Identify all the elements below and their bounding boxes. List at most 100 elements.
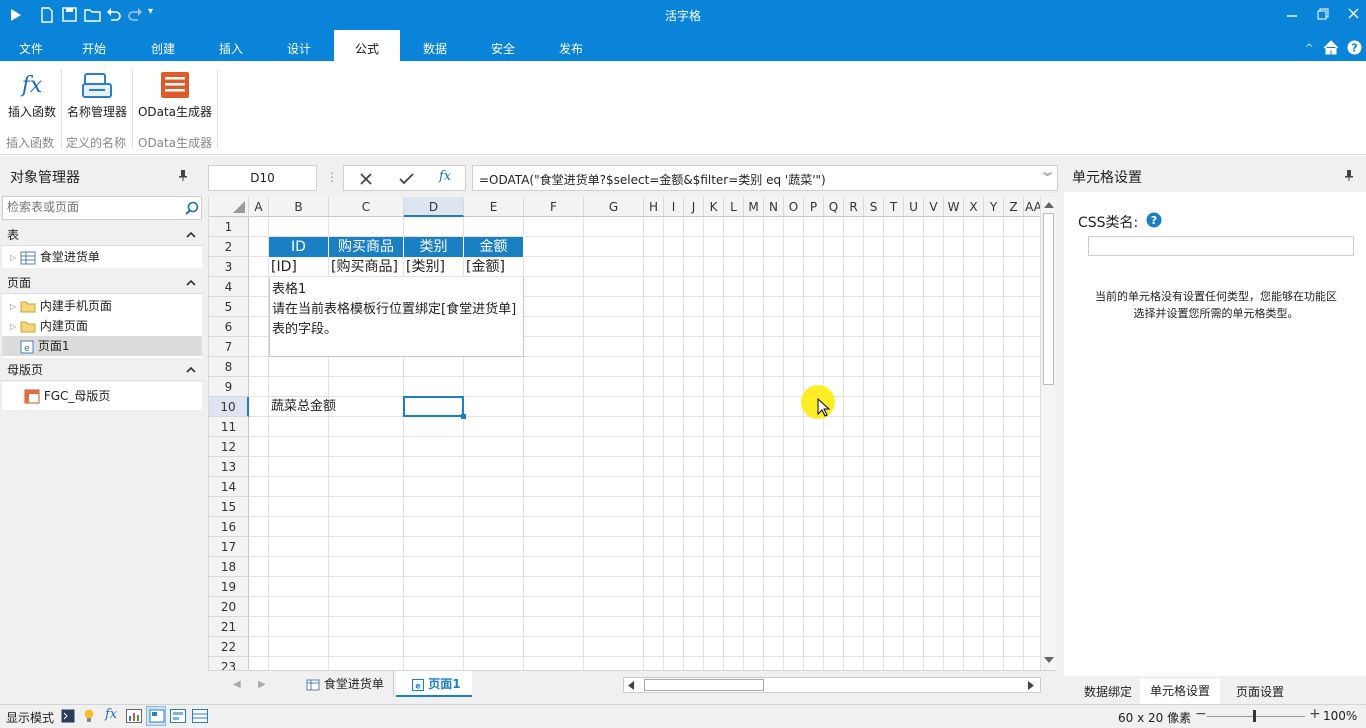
search-icon[interactable]	[185, 201, 199, 215]
cell-settings-panel: 单元格设置 CSS类名: ? 当前的单元格没有设置任何类型，您能够在功能区选择并…	[1064, 160, 1366, 704]
table-icon	[20, 251, 36, 265]
sheet-tab-page1[interactable]: e 页面1	[396, 671, 472, 697]
close-icon[interactable]	[1348, 8, 1359, 19]
cell-b10[interactable]: 蔬菜总金额	[269, 397, 404, 417]
tree-item-label: 内建手机页面	[39, 299, 112, 313]
zoom-slider[interactable]	[1207, 716, 1305, 717]
help-icon[interactable]: ?	[1347, 40, 1362, 55]
expand-arrow-icon[interactable]: ▷	[10, 248, 16, 268]
tab-publish[interactable]: 发布	[542, 30, 600, 61]
formula-text[interactable]: =ODATA("食堂进货单?$select=金额&$filter=类别 eq '…	[479, 171, 826, 188]
scroll-down-icon[interactable]	[1044, 657, 1054, 663]
table-annotation-title: 表格1	[272, 282, 307, 297]
table-template-cell[interactable]: [ID]	[269, 257, 329, 277]
insert-function-icon[interactable]: fx	[439, 169, 451, 184]
spreadsheet-grid[interactable]: ABCDEFGHIJKLMNOPQRSTUVWXYZAA 12345678910…	[208, 197, 1040, 670]
table-header-cell[interactable]: 类别	[404, 237, 464, 257]
table-template-cell[interactable]: [类别]	[404, 257, 464, 277]
section-pages[interactable]: 页面	[0, 272, 204, 294]
console-icon[interactable]	[61, 709, 75, 723]
css-class-input[interactable]	[1088, 236, 1354, 256]
svg-text:?: ?	[1151, 214, 1157, 227]
pages-tree: ▷ 内建手机页面 ▷ 内建页面 e 页面1	[2, 294, 202, 358]
vertical-scroll-thumb[interactable]	[1043, 213, 1054, 385]
horizontal-scrollbar[interactable]	[623, 677, 1041, 693]
help-icon[interactable]: ?	[1146, 212, 1162, 228]
tables-tree: ▷ 食堂进货单	[2, 246, 202, 268]
tree-item-fgc-master[interactable]: FGC_母版页	[24, 386, 110, 406]
scroll-left-icon[interactable]	[628, 681, 634, 690]
tree-item-canteen-table[interactable]: ▷ 食堂进货单	[10, 247, 100, 267]
tab-security[interactable]: 安全	[474, 30, 532, 61]
section-tables-label: 表	[7, 228, 20, 242]
name-box[interactable]: D10	[208, 165, 317, 191]
layout-view-icon[interactable]	[146, 706, 166, 726]
tree-item-label: 食堂进货单	[39, 250, 100, 264]
expand-arrow-icon[interactable]: ▷	[10, 317, 16, 337]
restore-icon[interactable]	[1317, 8, 1329, 20]
pin-icon[interactable]	[1344, 169, 1354, 181]
scroll-right-icon[interactable]	[1028, 681, 1034, 690]
formula-field[interactable]: =ODATA("食堂进货单?$select=金额&$filter=类别 eq '…	[472, 165, 1058, 191]
object-search-input[interactable]	[3, 197, 173, 217]
drag-handle-icon[interactable]: ⋮	[326, 170, 338, 184]
bulb-icon[interactable]	[83, 709, 95, 723]
tab-home[interactable]: 开始	[66, 30, 122, 61]
object-search-field[interactable]	[2, 196, 202, 220]
tab-file[interactable]: 文件	[4, 30, 58, 61]
tab-cell-settings[interactable]: 单元格设置	[1140, 679, 1220, 704]
insert-function-button[interactable]: fx 插入函数	[4, 67, 60, 120]
sheet-tab-canteen[interactable]: 食堂进货单	[292, 671, 394, 697]
tab-formula[interactable]: 公式	[334, 30, 400, 61]
tree-item-mobile-pages[interactable]: ▷ 内建手机页面	[10, 296, 112, 316]
section-pages-label: 页面	[7, 276, 32, 290]
table-header-cell[interactable]: ID	[269, 237, 329, 257]
zoom-in-icon[interactable]: +	[1309, 706, 1321, 722]
formula-mode-icon[interactable]: fx	[105, 707, 117, 722]
name-manager-button[interactable]: 名称管理器	[64, 67, 130, 120]
confirm-icon[interactable]	[399, 172, 414, 186]
zoom-out-icon[interactable]: −	[1195, 706, 1207, 722]
odata-generator-button[interactable]: OData生成器	[136, 67, 214, 120]
cancel-icon[interactable]	[359, 172, 373, 186]
page-view-icon[interactable]	[170, 709, 186, 723]
scroll-up-icon[interactable]	[1044, 202, 1054, 208]
grid-view-icon[interactable]	[192, 709, 208, 723]
tab-data[interactable]: 数据	[406, 30, 464, 61]
tab-create[interactable]: 创建	[134, 30, 192, 61]
next-sheet-icon[interactable]: ▶	[258, 679, 266, 690]
zoom-slider-thumb[interactable]	[1253, 710, 1256, 722]
chevron-up-icon[interactable]	[186, 272, 196, 292]
tab-data-binding[interactable]: 数据绑定	[1070, 681, 1146, 703]
chart-icon[interactable]	[126, 709, 142, 723]
table-annotation[interactable]: 表格1 请在当前表格模板行位置绑定[食堂进货单]表的字段。	[269, 277, 524, 357]
tab-insert[interactable]: 插入	[202, 30, 260, 61]
tab-design[interactable]: 设计	[270, 30, 328, 61]
page-icon: e	[20, 340, 34, 354]
tree-item-builtin-pages[interactable]: ▷ 内建页面	[10, 316, 88, 336]
section-master-pages[interactable]: 母版页	[0, 359, 204, 381]
collapse-ribbon-icon[interactable]: ^	[1305, 43, 1313, 54]
table-template-cell[interactable]: [购买商品]	[329, 257, 404, 277]
table-template-cell[interactable]: [金额]	[464, 257, 524, 277]
fill-handle[interactable]	[461, 414, 466, 419]
tab-page-settings[interactable]: 页面设置	[1220, 681, 1300, 703]
expand-formula-icon[interactable]: ︾	[1043, 170, 1052, 183]
tree-item-page1[interactable]: e 页面1	[2, 336, 202, 356]
pin-icon[interactable]	[178, 169, 188, 181]
table-header-cell[interactable]: 金额	[464, 237, 524, 257]
home-icon[interactable]	[1323, 40, 1339, 55]
section-tables[interactable]: 表	[0, 224, 204, 246]
chevron-up-icon[interactable]	[186, 224, 196, 244]
prev-sheet-icon[interactable]: ◀	[233, 679, 241, 690]
function-icon: fx	[21, 72, 43, 98]
grid-cells: ID [ID] 购买商品 [购买商品] 类别 [类别] 金额 [金额] 表格1 请在当前表格模板行…	[209, 197, 1040, 670]
vertical-scrollbar[interactable]	[1040, 197, 1056, 670]
page-icon: e	[412, 678, 424, 691]
minimize-icon[interactable]	[1287, 8, 1297, 18]
selected-cell-d10[interactable]	[403, 396, 464, 417]
table-header-cell[interactable]: 购买商品	[329, 237, 404, 257]
horizontal-scroll-thumb[interactable]	[644, 679, 764, 691]
chevron-up-icon[interactable]	[186, 359, 196, 379]
expand-arrow-icon[interactable]: ▷	[10, 297, 16, 317]
